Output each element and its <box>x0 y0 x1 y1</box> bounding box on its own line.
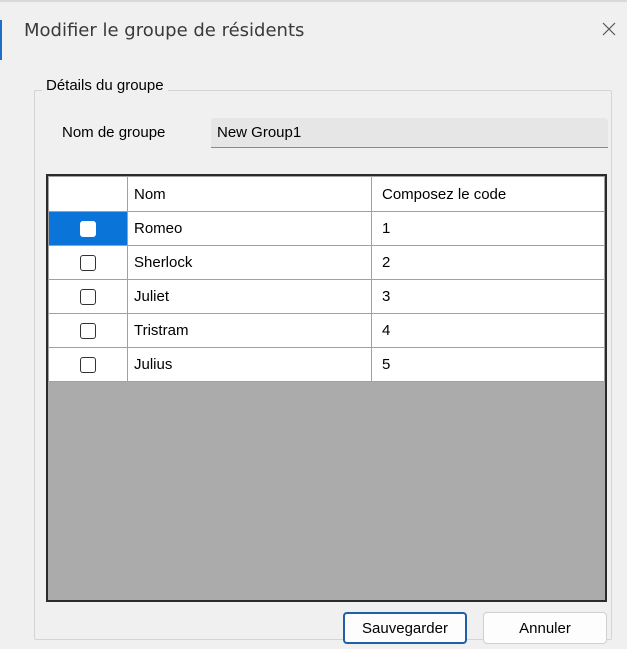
resident-name-cell[interactable]: Tristram <box>127 313 372 348</box>
residents-table: Nom Composez le code Romeo 1 Sherlock 2 … <box>48 176 605 382</box>
column-header-code[interactable]: Composez le code <box>371 176 605 212</box>
row-checkbox[interactable] <box>80 255 96 272</box>
dial-code-cell[interactable]: 1 <box>371 211 605 246</box>
cancel-button[interactable]: Annuler <box>483 612 607 644</box>
column-header-name[interactable]: Nom <box>127 176 372 212</box>
table-row[interactable]: Julius 5 <box>48 347 605 382</box>
table-row[interactable]: Juliet 3 <box>48 279 605 314</box>
table-row[interactable]: Romeo 1 <box>48 211 605 246</box>
window-top-border <box>0 0 627 2</box>
row-select-cell[interactable] <box>48 245 128 280</box>
row-select-cell[interactable] <box>48 211 128 246</box>
close-icon <box>602 22 616 36</box>
resident-name-cell[interactable]: Sherlock <box>127 245 372 280</box>
row-checkbox[interactable] <box>80 323 96 340</box>
row-select-cell[interactable] <box>48 279 128 314</box>
window-accent-edge <box>0 20 2 60</box>
table-row[interactable]: Sherlock 2 <box>48 245 605 280</box>
dialog-title: Modifier le groupe de résidents <box>24 20 305 41</box>
group-details-legend: Détails du groupe <box>42 77 168 94</box>
table-row[interactable]: Tristram 4 <box>48 313 605 348</box>
dial-code-cell[interactable]: 5 <box>371 347 605 382</box>
row-checkbox[interactable] <box>80 357 96 374</box>
column-header-select[interactable] <box>48 176 128 212</box>
dial-code-cell[interactable]: 4 <box>371 313 605 348</box>
close-button[interactable] <box>596 16 622 42</box>
save-button[interactable]: Sauvegarder <box>343 612 467 644</box>
resident-name-cell[interactable]: Juliet <box>127 279 372 314</box>
dial-code-cell[interactable]: 2 <box>371 245 605 280</box>
row-select-cell[interactable] <box>48 313 128 348</box>
row-checkbox[interactable] <box>80 289 96 306</box>
row-checkbox[interactable] <box>80 221 96 238</box>
group-name-label: Nom de groupe <box>62 124 166 141</box>
group-name-input[interactable] <box>211 118 608 148</box>
row-select-cell[interactable] <box>48 347 128 382</box>
resident-name-cell[interactable]: Julius <box>127 347 372 382</box>
resident-name-cell[interactable]: Romeo <box>127 211 372 246</box>
table-header-row: Nom Composez le code <box>48 176 605 212</box>
residents-grid: Nom Composez le code Romeo 1 Sherlock 2 … <box>46 174 607 602</box>
dial-code-cell[interactable]: 3 <box>371 279 605 314</box>
